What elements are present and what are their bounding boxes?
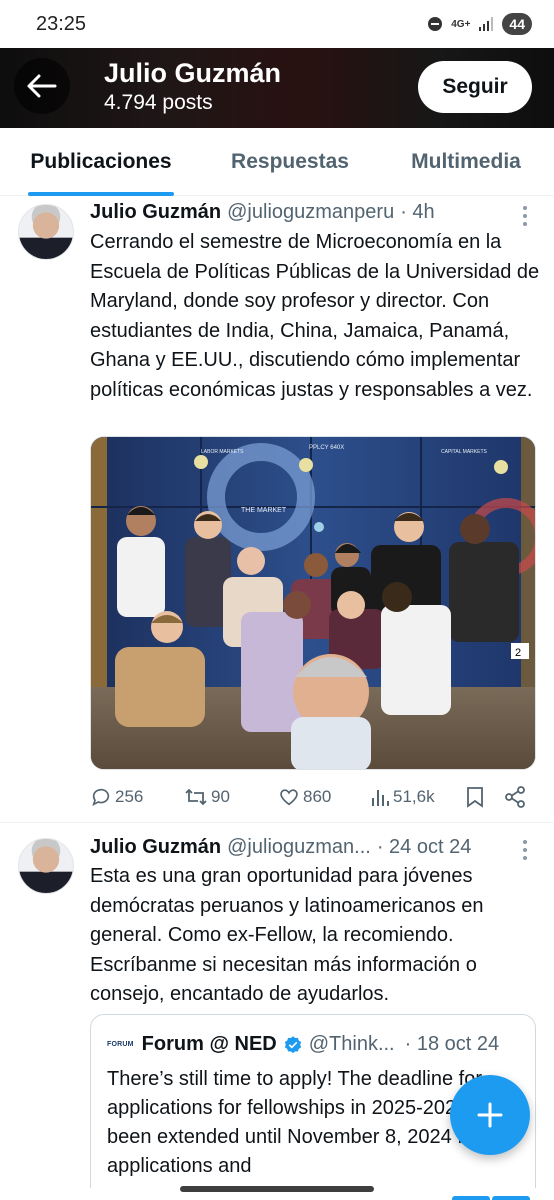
forum-logo: FORUM — [107, 1041, 134, 1048]
follow-button[interactable]: Seguir — [418, 61, 532, 113]
reply-button[interactable]: 256 — [90, 784, 143, 810]
signal-icon — [479, 17, 494, 31]
reply-count: 256 — [115, 787, 144, 806]
status-icons: 4G+ 44 — [427, 13, 532, 35]
post-author-handle[interactable]: @julioguzmanperu — [227, 201, 394, 224]
avatar[interactable] — [18, 838, 74, 894]
plus-icon — [477, 1102, 503, 1128]
profile-header: Julio Guzmán 4.794 posts Seguir — [0, 48, 554, 128]
post-author-name[interactable]: Julio Guzmán — [90, 201, 221, 224]
post-author-handle[interactable]: @julioguzman... — [227, 836, 371, 859]
group-photo-image: THE MARKET PPLCY 640X LABOR MARKETS CAPI… — [91, 437, 535, 769]
quoted-post-time: · 18 oct 24 — [404, 1033, 500, 1055]
post-time: · 4h — [400, 201, 435, 223]
nav-peek — [452, 1196, 490, 1200]
post-action-bar: 256 90 860 51,6k — [90, 784, 536, 810]
nav-peek — [492, 1196, 530, 1200]
back-arrow-icon — [27, 74, 57, 98]
status-time: 23:25 — [36, 12, 87, 35]
views-button[interactable]: 51,6k — [370, 784, 435, 810]
header-name: Julio Guzmán — [104, 58, 282, 88]
post-time: · 24 oct 24 — [376, 836, 472, 858]
post-header: Julio Guzmán @julioguzmanperu · 4h — [90, 201, 435, 224]
post-divider — [0, 822, 554, 823]
header-text: Julio Guzmán 4.794 posts — [104, 58, 281, 115]
svg-text:2: 2 — [515, 647, 521, 659]
reply-icon — [92, 788, 110, 806]
quoted-post-header: FORUM Forum @ NED @Think... · 18 oct 24 — [107, 1033, 499, 1056]
photo-screen-label: PPLCY 640X — [309, 445, 344, 451]
back-button[interactable] — [14, 58, 70, 114]
repost-count: 90 — [211, 787, 230, 806]
header-post-count: 4.794 posts — [104, 91, 213, 114]
quoted-author-handle: @Think... — [308, 1033, 395, 1055]
avatar[interactable] — [18, 204, 74, 260]
tab-respuestas[interactable]: Respuestas — [226, 128, 354, 196]
repost-icon — [185, 788, 207, 806]
post-header: Julio Guzmán @julioguzman... · 24 oct 24 — [90, 836, 471, 859]
network-label: 4G+ — [451, 18, 471, 30]
views-icon — [372, 790, 389, 806]
photo-screen-label: THE MARKET — [241, 507, 287, 514]
like-count: 860 — [303, 787, 332, 806]
views-count: 51,6k — [393, 787, 435, 806]
more-icon[interactable] — [522, 840, 528, 860]
verified-icon — [284, 1035, 301, 1053]
post-author-name[interactable]: Julio Guzmán — [90, 836, 221, 859]
post-photo[interactable]: THE MARKET PPLCY 640X LABOR MARKETS CAPI… — [90, 436, 536, 770]
profile-tabs: Publicaciones Respuestas Multimedia — [0, 128, 554, 196]
post-text: Esta es una gran oportunidad para jóvene… — [90, 865, 484, 1005]
tab-multimedia[interactable]: Multimedia — [404, 128, 528, 196]
bookmark-icon[interactable] — [466, 786, 484, 808]
gesture-bar[interactable] — [180, 1186, 374, 1192]
dnd-icon — [428, 17, 443, 31]
compose-button[interactable] — [450, 1075, 530, 1155]
like-button[interactable]: 860 — [278, 784, 331, 810]
repost-button[interactable]: 90 — [184, 784, 230, 810]
battery-badge: 44 — [502, 13, 532, 35]
quoted-author-name: Forum @ NED — [141, 1033, 277, 1055]
share-icon[interactable] — [504, 785, 526, 809]
post-text: Cerrando el semestre de Microeconomía en… — [90, 231, 540, 401]
status-bar: 23:25 4G+ 44 — [0, 0, 554, 48]
photo-screen-label: CAPITAL MARKETS — [441, 449, 488, 455]
photo-screen-label: LABOR MARKETS — [201, 449, 244, 455]
like-icon — [280, 789, 298, 806]
more-icon[interactable] — [522, 206, 528, 226]
tab-publicaciones[interactable]: Publicaciones — [28, 128, 174, 196]
